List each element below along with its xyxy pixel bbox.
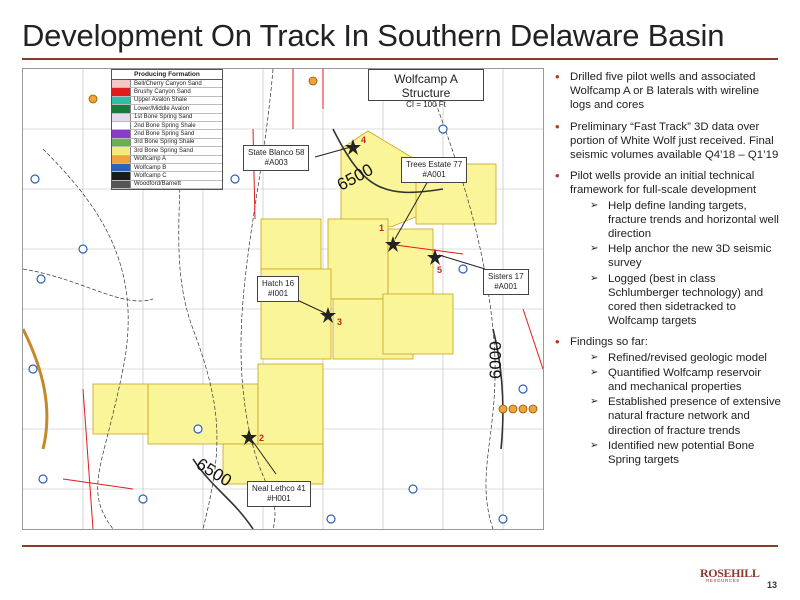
legend-label: Woodford/Barnett [134, 181, 181, 188]
callout-well-id: #H001 [267, 494, 291, 503]
bullet-text: Drilled five pilot wells and associated … [570, 71, 760, 112]
page-number: 13 [767, 580, 778, 590]
legend-row: 2nd Bone Spring Sand [112, 130, 222, 139]
bullet-item: Drilled five pilot wells and associated … [552, 70, 782, 113]
well-num-5: 5 [437, 265, 442, 275]
legend-swatch [112, 88, 131, 96]
sub-bullet: Help anchor the new 3D seismic survey [570, 242, 782, 270]
sub-bullet: Logged (best in class Schlumberger techn… [570, 272, 782, 329]
sub-bullet: Established presence of extensive natura… [570, 395, 782, 438]
logo-subtext: RESOURCES [706, 578, 740, 583]
contour-label-6000: 6000 [486, 341, 505, 379]
legend-label: Brushy Canyon Sand [134, 89, 191, 96]
bullet-text: Pilot wells provide an initial technical… [570, 170, 757, 197]
legend-swatch [112, 80, 131, 88]
callout-well-name: Hatch 16 [262, 279, 295, 288]
sub-bullet: Help define landing targets, fracture tr… [570, 199, 782, 242]
sub-bullet: Quantified Wolfcamp reservoir and mechan… [570, 366, 782, 394]
bullet-item: Findings so far: Refined/revised geologi… [552, 335, 782, 467]
legend-label: Bell/Cherry Canyon Sand [134, 80, 202, 87]
callout-neal-lethco: Neal Lethco 41 #H001 [247, 481, 311, 507]
legend-swatch [112, 96, 131, 105]
callout-well-id: #A003 [264, 158, 288, 167]
legend-label: Upper Avalon Shale [134, 97, 187, 104]
callout-well-id: #A001 [494, 282, 518, 291]
sub-bullet: Identified new potential Bone Spring tar… [570, 439, 782, 467]
well-num-2: 2 [259, 433, 264, 443]
footer-divider [22, 545, 778, 547]
legend-row: Wolfcamp C [112, 172, 222, 181]
callout-trees-estate: Trees Estate 77 #A001 [401, 157, 468, 183]
legend-row: Wolfcamp A [112, 155, 222, 164]
legend-swatch [112, 138, 131, 147]
legend-label: 3rd Bone Spring Sand [134, 147, 194, 154]
callout-sisters: Sisters 17 #A001 [483, 269, 529, 295]
legend-label: 1st Bone Spring Sand [134, 114, 193, 121]
well-num-4: 4 [361, 135, 366, 145]
sub-bullet: Refined/revised geologic model [570, 351, 782, 365]
legend-label: Wolfcamp B [134, 164, 167, 171]
callout-well-name: State Blanco 58 [248, 148, 305, 157]
legend-label: Wolfcamp C [134, 172, 167, 179]
callout-well-name: Trees Estate 77 [406, 160, 463, 169]
well-num-3: 3 [337, 317, 342, 327]
legend-row: Upper Avalon Shale [112, 96, 222, 106]
formation-legend: Producing Formation Bell/Cherry Canyon S… [111, 69, 223, 191]
callout-well-name: Neal Lethco 41 [252, 484, 306, 493]
legend-row: Bell/Cherry Canyon Sand [112, 80, 222, 89]
structure-subtitle: CI = 100 Ft [406, 100, 446, 109]
bullet-item: Preliminary “Fast Track” 3D data over po… [552, 120, 782, 163]
legend-row: Woodford/Barnett [112, 180, 222, 190]
legend-swatch [112, 180, 131, 189]
legend-row: Wolfcamp B [112, 163, 222, 173]
legend-label: 3rd Bone Spring Shale [134, 139, 195, 146]
legend-swatch [112, 172, 131, 180]
callout-well-id: #I001 [268, 289, 289, 298]
legend-swatch [112, 130, 131, 138]
bullet-text: Findings so far: [570, 336, 648, 349]
legend-row: 2nd Bone Spring Shale [112, 121, 222, 131]
legend-label: Lower/Middle Avalon [134, 105, 190, 112]
page-title: Development On Track In Southern Delawar… [22, 18, 725, 53]
callout-hatch: Hatch 16 #I001 [257, 276, 300, 302]
legend-row: 1st Bone Spring Sand [112, 113, 222, 122]
callout-state-blanco: State Blanco 58 #A003 [243, 145, 310, 171]
callout-well-id: #A001 [422, 170, 446, 179]
company-logo: ROSEHILL RESOURCES [700, 562, 762, 584]
bullet-list: Drilled five pilot wells and associated … [552, 70, 782, 474]
legend-swatch [112, 105, 131, 113]
bullet-text: Preliminary “Fast Track” 3D data over po… [570, 120, 779, 162]
legend-row: 3rd Bone Spring Sand [112, 147, 222, 156]
legend-row: Lower/Middle Avalon [112, 105, 222, 114]
legend-label: Wolfcamp A [134, 156, 166, 163]
structure-title: Wolfcamp A Structure [394, 72, 458, 100]
legend-swatch [112, 121, 131, 130]
structure-map: 4 1 5 3 2 6500 6000 6500 Producing Forma… [22, 68, 544, 530]
legend-label: 2nd Bone Spring Sand [134, 131, 195, 138]
bullet-item: Pilot wells provide an initial technical… [552, 169, 782, 328]
legend-label: 2nd Bone Spring Shale [134, 122, 196, 129]
legend-row: 3rd Bone Spring Shale [112, 138, 222, 148]
legend-swatch [112, 155, 131, 163]
legend-row: Brushy Canyon Sand [112, 88, 222, 97]
structure-box: Wolfcamp A Structure CI = 100 Ft [368, 69, 484, 109]
legend-title: Producing Formation [112, 70, 222, 80]
legend-swatch [112, 163, 131, 172]
legend-swatch [112, 147, 131, 155]
legend-swatch [112, 113, 131, 121]
well-num-1: 1 [379, 223, 384, 233]
title-divider [22, 58, 778, 60]
callout-well-name: Sisters 17 [488, 272, 524, 281]
